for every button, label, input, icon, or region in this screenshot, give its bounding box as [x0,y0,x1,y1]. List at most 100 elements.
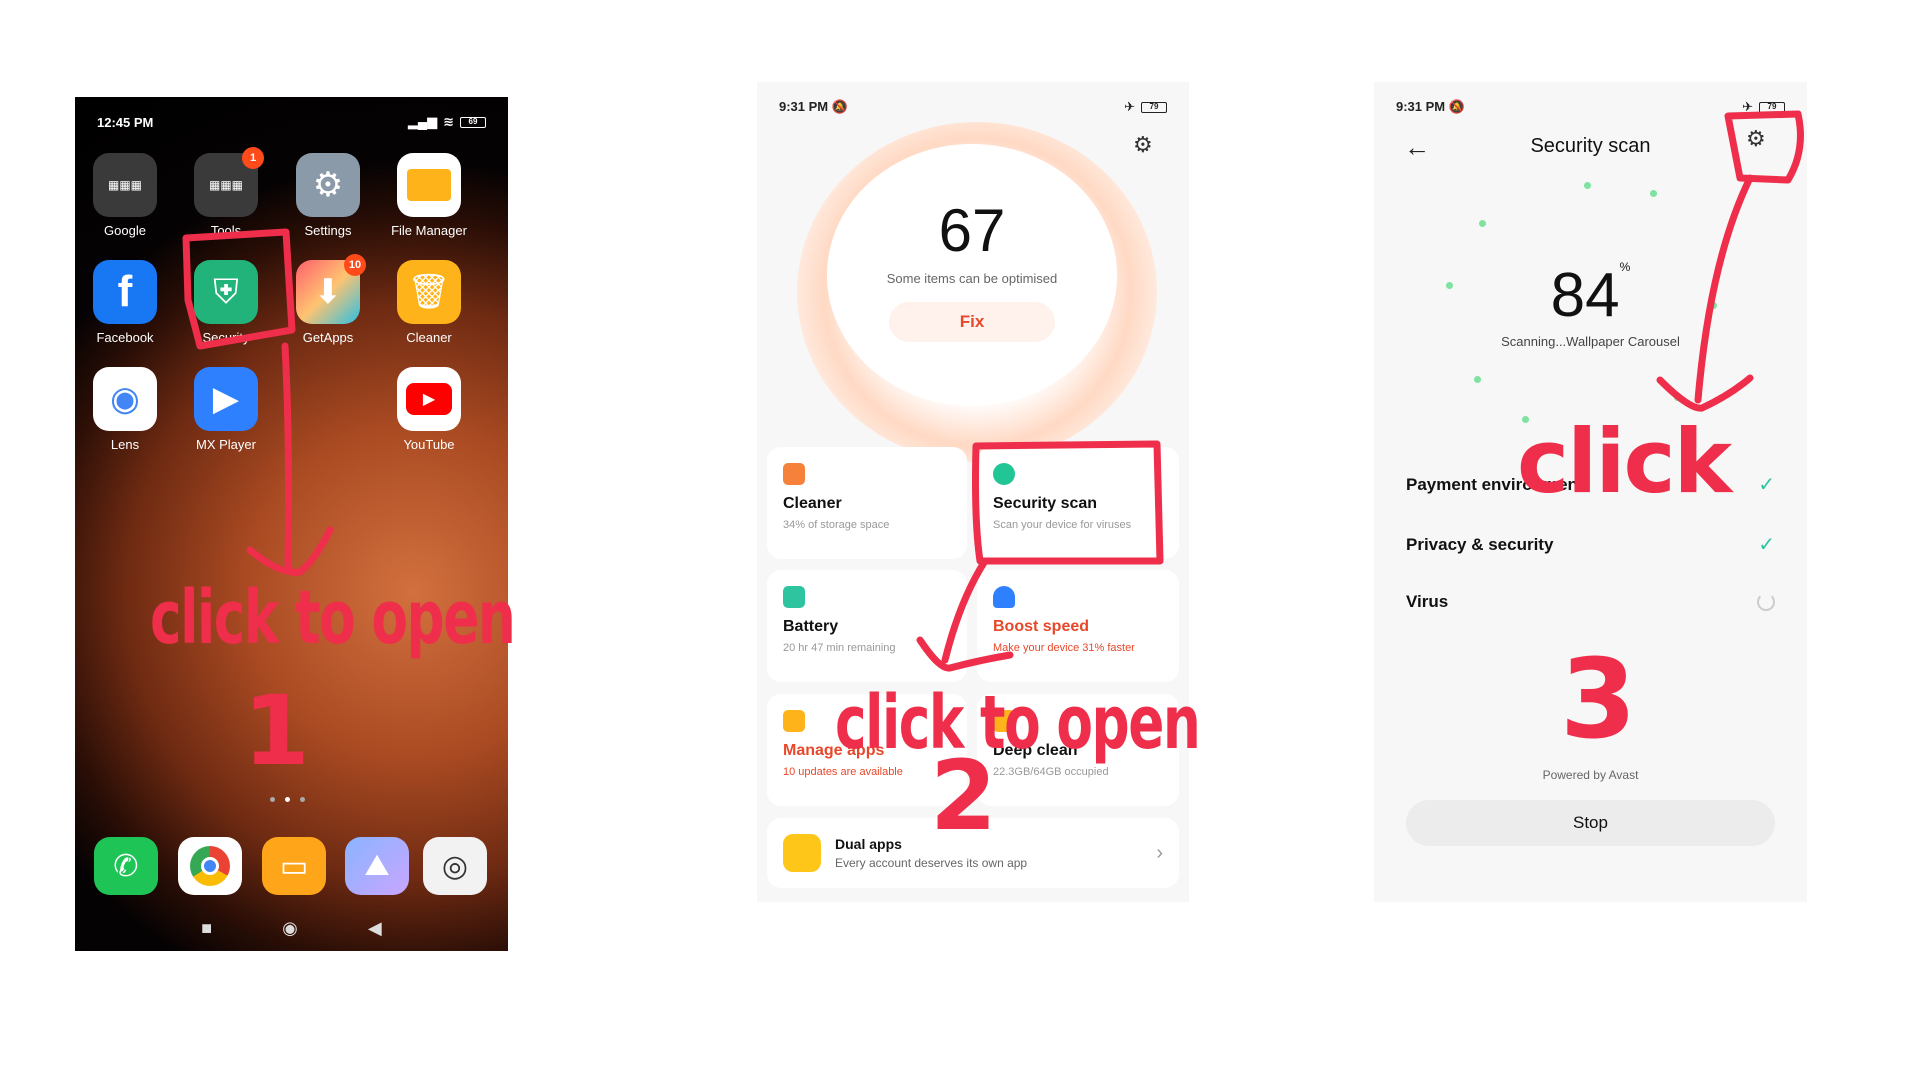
card-battery[interactable]: Battery 20 hr 47 min remaining [767,570,967,682]
stop-button[interactable]: Stop [1406,800,1775,846]
card-title: Boost speed [993,618,1090,635]
nav-bar: ■ ◉ ◀ [75,908,508,948]
card-subtitle: 20 hr 47 min remaining [783,642,896,654]
card-cleaner[interactable]: Cleaner 34% of storage space [767,447,967,559]
status-time: 9:31 PM 🔕 [779,99,848,115]
card-subtitle: 10 updates are available [783,766,903,778]
folder-icon [397,153,461,217]
notes-icon[interactable]: ▭ [262,837,326,895]
app-facebook[interactable]: f Facebook [80,260,170,345]
scan-progress: 84% [1374,260,1807,331]
status-bar: 9:31 PM 🔕 ✈ 79 [1374,90,1807,124]
battery-icon: 79 [1141,101,1167,113]
annotation-number-3: 3 [1560,635,1637,763]
settings-gear-icon[interactable]: ⚙ [1746,126,1766,152]
shield-bolt-icon: ⛨ [194,260,258,324]
recents-icon[interactable]: ■ [201,918,212,939]
app-lens[interactable]: ◉ Lens [80,367,170,452]
nav-bar: ■ ◉ ◀ [1374,900,1807,902]
phone-icon[interactable]: ✆ [94,837,158,895]
status-time: 12:45 PM [97,114,154,130]
loading-spinner-icon [1757,593,1775,611]
card-title: Cleaner [783,495,842,512]
card-subtitle: 22.3GB/64GB occupied [993,766,1109,778]
app-security[interactable]: ⛨ Security [181,260,271,345]
dual-apps-icon [783,834,821,872]
check-icon: ✓ [1758,534,1775,556]
scan-row-privacy: Privacy & security ✓ [1406,532,1775,557]
settings-gear-icon: ⚙ [296,153,360,217]
page-title: Security scan [1530,134,1651,157]
facebook-icon: f [93,260,157,324]
dual-subtitle: Every account deserves its own app [835,856,1028,870]
manage-apps-icon [783,710,805,732]
app-mx-player[interactable]: ▶ MX Player [181,367,271,452]
card-title: Battery [783,618,839,635]
scan-particle [1584,182,1591,189]
score-value: 67 [938,197,1006,264]
tools-folder-icon: ▦▦▦ 1 [194,147,264,217]
app-file-manager[interactable]: File Manager [384,153,474,238]
signal-icon: ▂▄▆ [407,114,438,129]
score-subtitle: Some items can be optimised [886,271,1058,286]
airplane-icon: ✈ [1742,99,1753,114]
wifi-icon: ≋ [443,114,454,129]
annotation-text-1: click to open [150,575,516,661]
chrome-icon[interactable] [178,837,242,895]
lens-icon: ◉ [93,367,157,431]
card-boost-speed[interactable]: Boost speed Make your device 31% faster [977,570,1179,682]
row-label: Virus [1406,592,1449,611]
annotation-number-2: 2 [930,740,997,852]
status-bar: 12:45 PM ▂▄▆ ≋ 69 [75,105,508,139]
app-tools[interactable]: ▦▦▦ 1 Tools [181,147,271,238]
annotation-text-2: click to open [835,680,1201,766]
app-getapps[interactable]: ⬇ 10 GetApps [283,254,373,345]
scan-particle [1474,376,1481,383]
badge: 10 [344,254,366,276]
cleaner-icon [783,463,805,485]
scan-particle [1479,220,1486,227]
fix-button[interactable]: Fix [889,302,1055,342]
scan-particle [1650,190,1657,197]
trash-icon: 🗑 [397,260,461,324]
mute-icon: 🔕 [1448,99,1465,114]
powered-by: Powered by Avast [1542,768,1639,782]
back-icon[interactable]: ◀ [368,918,382,939]
row-label: Privacy & security [1406,534,1554,554]
battery-card-icon [783,586,805,608]
settings-gear-icon[interactable]: ⚙ [1133,132,1153,158]
nav-bar: ■ ◉ ◀ [757,900,1189,902]
card-title: Security scan [993,495,1098,512]
scan-particle [1674,394,1681,401]
home-screen: 12:45 PM ▂▄▆ ≋ 69 ▦▦▦ Google ▦▦▦ 1 Tools … [75,97,508,951]
battery-icon: 79 [1759,101,1785,113]
google-folder-icon: ▦▦▦ [93,153,157,217]
camera-icon[interactable]: ◎ [423,837,487,895]
score-panel: 67 Some items can be optimised Fix [827,144,1117,406]
battery-icon: 69 [460,116,486,128]
mute-icon: 🔕 [831,99,848,114]
app-cleaner[interactable]: 🗑 Cleaner [384,260,474,345]
card-subtitle: 34% of storage space [783,519,890,531]
home-icon[interactable]: ◉ [282,918,298,939]
annotation-text-3: click [1517,410,1732,513]
badge: 1 [242,147,264,169]
security-scan-icon [993,463,1015,485]
time-text: 9:31 PM [1396,99,1446,114]
annotation-number-1: 1 [243,675,310,787]
youtube-icon: ▶ [397,367,461,431]
app-settings[interactable]: ⚙ Settings [283,153,373,238]
status-time: 9:31 PM 🔕 [1396,99,1465,115]
getapps-icon: ⬇ 10 [296,254,366,324]
chevron-right-icon: › [1156,841,1163,864]
app-google[interactable]: ▦▦▦ Google [80,153,170,238]
card-security-scan[interactable]: Security scan Scan your device for virus… [977,447,1179,559]
card-subtitle: Make your device 31% faster [993,642,1135,654]
percent-sign: % [1619,260,1631,274]
gallery-icon[interactable]: ⛰ [345,837,409,895]
status-bar: 9:31 PM 🔕 ✈ 79 [757,90,1189,124]
scan-status: Scanning...Wallpaper Carousel [1501,334,1680,349]
card-subtitle: Scan your device for viruses [993,519,1132,531]
app-youtube[interactable]: ▶ YouTube [384,367,474,452]
rocket-icon [993,586,1015,608]
